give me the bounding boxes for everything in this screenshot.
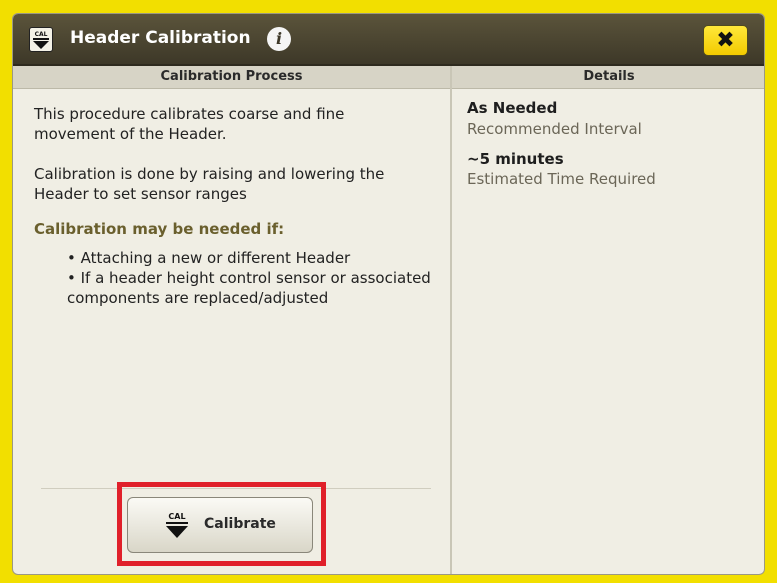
header-calibration-dialog: CAL Header Calibration i ✖ Calibration P… — [12, 13, 765, 575]
title-bar: CAL Header Calibration i ✖ — [13, 14, 764, 66]
calibration-description: Calibration is done by raising and lower… — [34, 164, 384, 204]
calibrate-label: Calibrate — [204, 516, 276, 532]
details-panel: Details As Needed Recommended Interval ~… — [452, 66, 764, 574]
recommended-interval-value: As Needed — [467, 99, 558, 117]
info-icon[interactable]: i — [267, 27, 291, 51]
list-item: • Attaching a new or different Header — [67, 249, 351, 267]
close-icon: ✖ — [716, 28, 735, 53]
cal-icon: CAL — [166, 512, 188, 538]
calibration-line-2: Header to set sensor ranges — [34, 185, 247, 203]
calibrate-button[interactable]: CAL Calibrate — [127, 497, 313, 553]
svg-text:CAL: CAL — [35, 31, 48, 38]
conditions-list: • Attaching a new or different Header • … — [67, 248, 431, 308]
estimated-time-value: ~5 minutes — [467, 150, 564, 168]
details-header: Details — [452, 66, 764, 89]
calibration-process-header: Calibration Process — [13, 66, 450, 89]
calibration-line-1: Calibration is done by raising and lower… — [34, 165, 385, 183]
needed-if-subhead: Calibration may be needed if: — [34, 220, 285, 238]
close-button[interactable]: ✖ — [703, 25, 748, 56]
recommended-interval-caption: Recommended Interval — [467, 120, 642, 138]
procedure-line-2: movement of the Header. — [34, 125, 227, 143]
dialog-title: Header Calibration — [70, 28, 251, 48]
list-item: components are replaced/adjusted — [67, 289, 329, 307]
cal-icon-label: CAL — [168, 512, 185, 521]
list-item: • If a header height control sensor or a… — [67, 269, 431, 287]
estimated-time-caption: Estimated Time Required — [467, 170, 656, 188]
procedure-description: This procedure calibrates coarse and fin… — [34, 104, 344, 144]
cal-icon: CAL — [29, 27, 53, 52]
procedure-line-1: This procedure calibrates coarse and fin… — [34, 105, 345, 123]
